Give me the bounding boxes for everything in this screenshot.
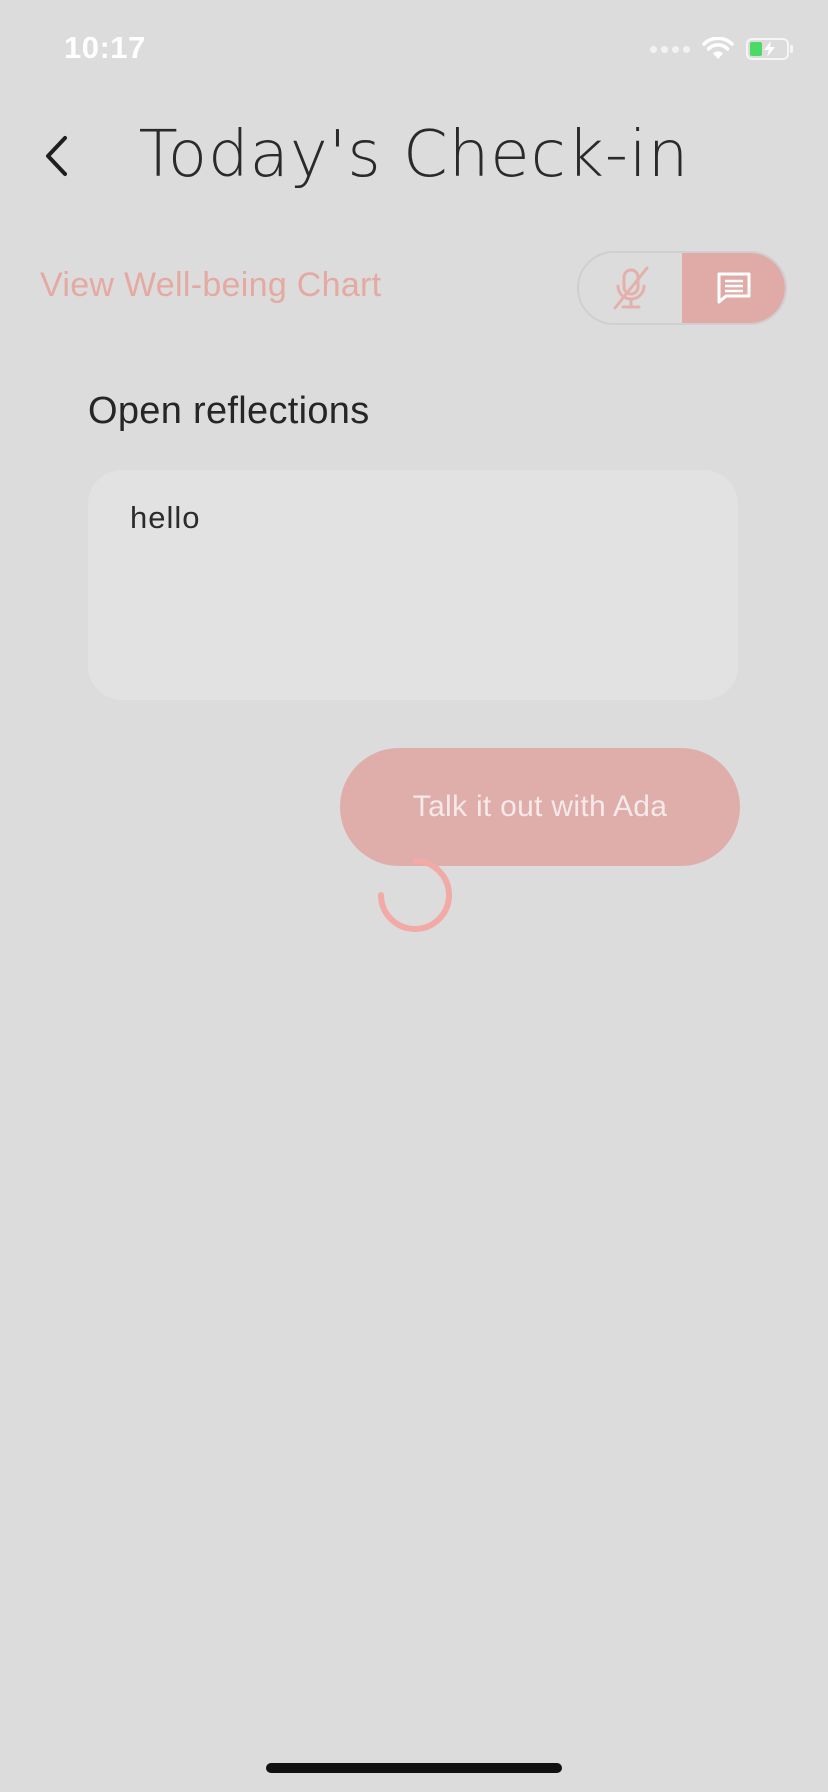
input-mode-toggle <box>577 251 787 325</box>
view-wellbeing-chart-link[interactable]: View Well-being Chart <box>40 266 381 305</box>
chat-bubble-icon <box>717 272 750 304</box>
cellular-signal-icon <box>650 45 690 53</box>
talk-it-out-button[interactable]: Talk it out with Ada <box>340 748 740 866</box>
page-title: Today's Check-in <box>138 118 690 192</box>
reflection-input[interactable]: hello <box>88 470 738 700</box>
open-reflections-title: Open reflections <box>88 390 370 432</box>
home-indicator[interactable] <box>266 1763 562 1773</box>
reflection-input-value: hello <box>130 500 201 535</box>
status-time: 10:17 <box>64 30 146 65</box>
text-mode-button[interactable] <box>682 253 785 323</box>
voice-mode-button[interactable] <box>579 253 682 323</box>
microphone-off-icon <box>613 266 648 310</box>
loading-spinner-icon <box>378 858 452 932</box>
wifi-icon <box>702 37 734 59</box>
header: Today's Check-in <box>0 110 828 200</box>
status-icons <box>650 34 794 64</box>
status-bar: 10:17 <box>0 0 828 100</box>
battery-charging-icon <box>746 38 793 60</box>
